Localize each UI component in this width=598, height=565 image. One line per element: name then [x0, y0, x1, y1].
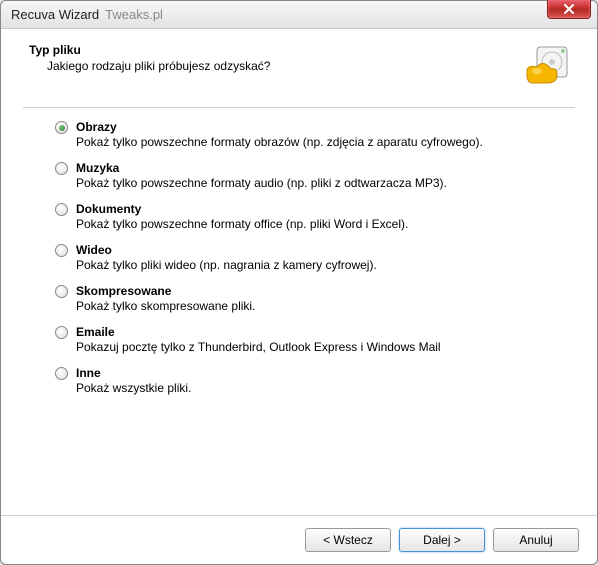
next-button[interactable]: Dalej > [399, 528, 485, 552]
header-text: Typ pliku Jakiego rodzaju pliki próbujes… [29, 43, 523, 73]
option-compressed[interactable]: Skompresowane Pokaż tylko skompresowane … [55, 284, 567, 313]
radio-icon [55, 121, 68, 134]
option-label: Emaile [76, 325, 567, 339]
wizard-header: Typ pliku Jakiego rodzaju pliki próbujes… [1, 29, 597, 101]
wizard-window: Recuva Wizard Tweaks.pl Typ pliku Jakieg… [0, 0, 598, 565]
option-desc: Pokaż wszystkie pliki. [76, 381, 567, 395]
option-label: Skompresowane [76, 284, 567, 298]
page-subtitle: Jakiego rodzaju pliki próbujesz odzyskać… [47, 59, 523, 73]
option-label: Wideo [76, 243, 567, 257]
option-label: Muzyka [76, 161, 567, 175]
radio-icon [55, 203, 68, 216]
drive-recovery-icon [523, 43, 571, 91]
option-desc: Pokaż tylko powszechne formaty obrazów (… [76, 135, 567, 149]
file-type-options: Obrazy Pokaż tylko powszechne formaty ob… [1, 120, 597, 395]
option-documents[interactable]: Dokumenty Pokaż tylko powszechne formaty… [55, 202, 567, 231]
titlebar: Recuva Wizard Tweaks.pl [1, 1, 597, 29]
option-emails[interactable]: Emaile Pokazuj pocztę tylko z Thunderbir… [55, 325, 567, 354]
cancel-button[interactable]: Anuluj [493, 528, 579, 552]
radio-icon [55, 326, 68, 339]
close-button[interactable] [547, 0, 591, 19]
option-desc: Pokaż tylko powszechne formaty office (n… [76, 217, 567, 231]
close-icon [563, 4, 575, 14]
radio-icon [55, 162, 68, 175]
option-desc: Pokazuj pocztę tylko z Thunderbird, Outl… [76, 340, 567, 354]
page-title: Typ pliku [29, 43, 523, 57]
option-video[interactable]: Wideo Pokaż tylko pliki wideo (np. nagra… [55, 243, 567, 272]
option-label: Inne [76, 366, 567, 380]
back-button[interactable]: < Wstecz [305, 528, 391, 552]
radio-icon [55, 285, 68, 298]
divider [23, 107, 575, 108]
wizard-footer: < Wstecz Dalej > Anuluj [1, 515, 597, 564]
window-title-extra: Tweaks.pl [105, 7, 163, 22]
radio-icon [55, 244, 68, 257]
option-images[interactable]: Obrazy Pokaż tylko powszechne formaty ob… [55, 120, 567, 149]
option-desc: Pokaż tylko skompresowane pliki. [76, 299, 567, 313]
window-title: Recuva Wizard [11, 7, 99, 22]
option-other[interactable]: Inne Pokaż wszystkie pliki. [55, 366, 567, 395]
option-music[interactable]: Muzyka Pokaż tylko powszechne formaty au… [55, 161, 567, 190]
option-desc: Pokaż tylko powszechne formaty audio (np… [76, 176, 567, 190]
option-label: Obrazy [76, 120, 567, 134]
option-label: Dokumenty [76, 202, 567, 216]
option-desc: Pokaż tylko pliki wideo (np. nagrania z … [76, 258, 567, 272]
radio-icon [55, 367, 68, 380]
